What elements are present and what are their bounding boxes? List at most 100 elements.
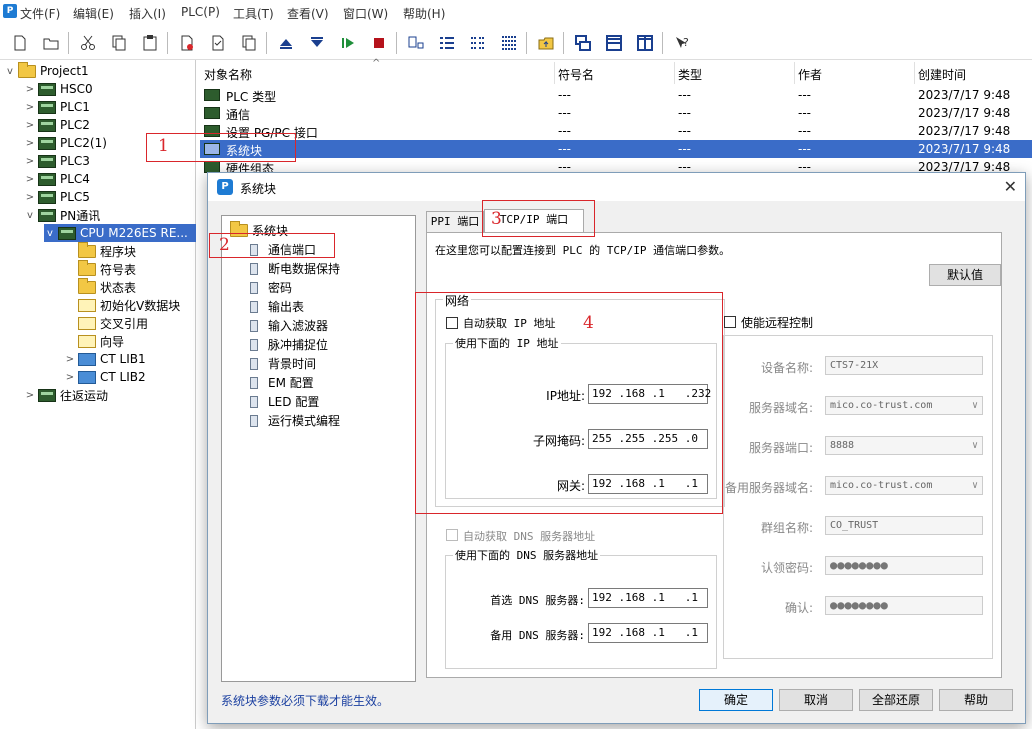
auto-dns-label: 自动获取 DNS 服务器地址: [463, 530, 596, 543]
list-row[interactable]: PLC 类型 --- --- --- 2023/7/17 9:48: [200, 86, 1032, 104]
tree-expander-icon[interactable]: >: [24, 120, 36, 131]
restore-all-button[interactable]: 全部还原: [859, 689, 933, 711]
tree-expander-icon[interactable]: >: [24, 102, 36, 113]
tree-item[interactable]: 状态表: [64, 277, 136, 296]
context-help-icon[interactable]: ?: [671, 32, 693, 54]
tree-item[interactable]: > PLC2: [24, 116, 90, 134]
open-folder-icon[interactable]: [40, 32, 62, 54]
nav-item[interactable]: 输入滤波器: [250, 317, 328, 334]
list-row[interactable]: 设置 PG/PC 接口 --- --- --- 2023/7/17 9:48: [200, 122, 1032, 140]
nav-item[interactable]: LED 配置: [250, 393, 319, 410]
list-detail-icon[interactable]: [467, 32, 489, 54]
tree-item[interactable]: > PLC2(1): [24, 134, 107, 152]
list-grid-icon[interactable]: [498, 32, 520, 54]
split-v-icon[interactable]: [634, 32, 656, 54]
menu-edit[interactable]: 编辑(E): [73, 5, 114, 22]
nav-item-label: 输出表: [268, 300, 305, 314]
tree-expander-icon[interactable]: >: [24, 192, 36, 203]
menu-plc[interactable]: PLC(P): [181, 5, 220, 19]
tree-item[interactable]: 符号表: [64, 259, 136, 278]
tree-expander-icon[interactable]: v: [4, 66, 16, 77]
nav-item[interactable]: 脉冲捕捉位: [250, 336, 328, 353]
list-row[interactable]: 系统块 --- --- --- 2023/7/17 9:48: [200, 140, 1032, 158]
list-row[interactable]: 通信 --- --- --- 2023/7/17 9:48: [200, 104, 1032, 122]
cancel-button[interactable]: 取消: [779, 689, 853, 711]
run-icon[interactable]: [337, 32, 359, 54]
col-created[interactable]: 创建时间: [918, 66, 966, 83]
confirm-password-input[interactable]: ●●●●●●●●: [825, 596, 983, 615]
stop-icon[interactable]: [368, 32, 390, 54]
monitor-icon[interactable]: [405, 32, 427, 54]
windows-icon[interactable]: [572, 32, 594, 54]
server-port-select[interactable]: 8888 ∨: [825, 436, 983, 455]
download-icon[interactable]: [176, 32, 198, 54]
tree-item[interactable]: > PLC4: [24, 170, 90, 188]
nav-item[interactable]: EM 配置: [250, 374, 314, 391]
tree-expander-icon[interactable]: >: [24, 174, 36, 185]
close-icon[interactable]: ✕: [1004, 177, 1017, 196]
menu-window[interactable]: 窗口(W): [343, 5, 388, 22]
paste-icon[interactable]: [139, 32, 161, 54]
compare-icon[interactable]: [207, 32, 229, 54]
server-domain-select[interactable]: mico.co-trust.com ∨: [825, 396, 983, 415]
auto-dns-checkbox[interactable]: [446, 529, 458, 541]
tree-expander-icon[interactable]: >: [64, 372, 76, 383]
tab-ppi-port[interactable]: PPI 端口: [426, 211, 484, 233]
tree-item[interactable]: 程序块: [64, 241, 136, 260]
group-name-input[interactable]: CO_TRUST: [825, 516, 983, 535]
tree-expander-icon[interactable]: >: [24, 390, 36, 401]
auth-password-input[interactable]: ●●●●●●●●: [825, 556, 983, 575]
col-object-name[interactable]: 对象名称: [204, 66, 252, 83]
tree-item[interactable]: 向导: [64, 332, 124, 350]
menu-insert[interactable]: 插入(I): [129, 5, 166, 22]
tree-item[interactable]: > PLC3: [24, 152, 90, 170]
tree-item[interactable]: > PLC5: [24, 188, 90, 206]
upload-icon[interactable]: [238, 32, 260, 54]
tree-item[interactable]: 初始化V数据块: [64, 296, 180, 314]
tree-expander-icon[interactable]: >: [64, 354, 76, 365]
tree-expander-icon[interactable]: v: [24, 210, 36, 221]
nav-item[interactable]: 运行模式编程: [250, 412, 340, 429]
server-domain-value: mico.co-trust.com: [830, 400, 933, 411]
tree-expander-icon[interactable]: >: [24, 156, 36, 167]
menu-tools[interactable]: 工具(T): [233, 5, 274, 22]
tree-item[interactable]: > HSC0: [24, 80, 93, 98]
tree-expander-icon[interactable]: v: [44, 228, 56, 239]
cut-icon[interactable]: [77, 32, 99, 54]
tree-item-project[interactable]: v Project1: [4, 61, 89, 80]
ok-button[interactable]: 确定: [699, 689, 773, 711]
menu-view[interactable]: 查看(V): [287, 5, 329, 22]
tree-item[interactable]: > CT LIB1: [64, 350, 146, 368]
tree-item[interactable]: v PN通讯: [24, 206, 100, 224]
remote-control-checkbox[interactable]: [724, 316, 736, 328]
arrow-down-icon[interactable]: [306, 32, 328, 54]
nav-item[interactable]: 背景时间: [250, 355, 316, 372]
split-h-icon[interactable]: [603, 32, 625, 54]
tree-item[interactable]: > CT LIB2: [64, 368, 146, 386]
help-button[interactable]: 帮助: [939, 689, 1013, 711]
menu-file[interactable]: 文件(F): [20, 5, 60, 22]
nav-item[interactable]: 输出表: [250, 298, 304, 315]
col-author[interactable]: 作者: [798, 66, 822, 83]
default-values-button[interactable]: 默认值: [929, 264, 1001, 286]
menu-help[interactable]: 帮助(H): [403, 5, 445, 22]
dns1-input[interactable]: 192 .168 .1 .1: [588, 588, 708, 608]
tree-expander-icon[interactable]: >: [24, 84, 36, 95]
new-file-icon[interactable]: [9, 32, 31, 54]
list-icon[interactable]: [436, 32, 458, 54]
tree-item[interactable]: > PLC1: [24, 98, 90, 116]
dns2-input[interactable]: 192 .168 .1 .1: [588, 623, 708, 643]
device-name-input[interactable]: CTS7-21X: [825, 356, 983, 375]
nav-item[interactable]: 密码: [250, 279, 292, 296]
tree-item[interactable]: v CPU M226ES RE...: [44, 224, 196, 242]
copy-icon[interactable]: [108, 32, 130, 54]
tree-item[interactable]: 交叉引用: [64, 314, 148, 332]
backup-server-select[interactable]: mico.co-trust.com ∨: [825, 476, 983, 495]
col-symbol[interactable]: 符号名: [558, 66, 594, 83]
arrow-up-icon[interactable]: [275, 32, 297, 54]
tree-item[interactable]: > 往返运动: [24, 386, 108, 404]
nav-item[interactable]: 断电数据保持: [250, 260, 340, 277]
col-type[interactable]: 类型: [678, 66, 702, 83]
open-project-icon[interactable]: [535, 32, 557, 54]
tree-expander-icon[interactable]: >: [24, 138, 36, 149]
